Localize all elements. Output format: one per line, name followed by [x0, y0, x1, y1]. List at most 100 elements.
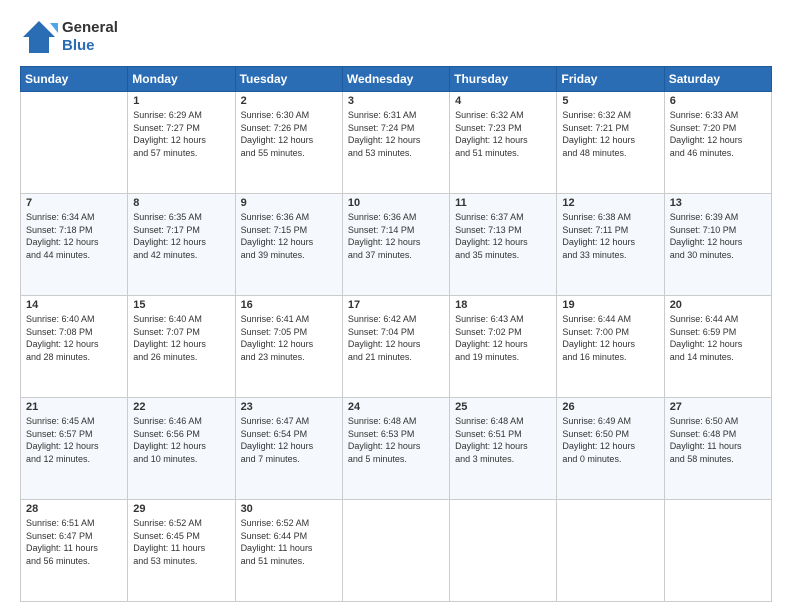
calendar-cell — [342, 500, 449, 602]
calendar-cell: 3 Sunrise: 6:31 AM Sunset: 7:24 PM Daylig… — [342, 92, 449, 194]
calendar-cell — [664, 500, 771, 602]
day-number: 3 — [348, 95, 444, 107]
calendar-cell: 4 Sunrise: 6:32 AM Sunset: 7:23 PM Daylig… — [450, 92, 557, 194]
day-info: Sunrise: 6:37 AM Sunset: 7:13 PM Dayligh… — [455, 211, 551, 261]
day-info: Sunrise: 6:33 AM Sunset: 7:20 PM Dayligh… — [670, 109, 766, 159]
logo-svg — [20, 18, 58, 56]
calendar-cell: 7 Sunrise: 6:34 AM Sunset: 7:18 PM Daylig… — [21, 194, 128, 296]
day-number: 6 — [670, 95, 766, 107]
day-info: Sunrise: 6:41 AM Sunset: 7:05 PM Dayligh… — [241, 313, 337, 363]
day-info: Sunrise: 6:52 AM Sunset: 6:44 PM Dayligh… — [241, 517, 337, 567]
logo: General Blue — [20, 18, 118, 56]
day-number: 15 — [133, 299, 229, 311]
header: General Blue — [20, 18, 772, 56]
week-row-2: 7 Sunrise: 6:34 AM Sunset: 7:18 PM Daylig… — [21, 194, 772, 296]
day-number: 14 — [26, 299, 122, 311]
day-number: 28 — [26, 503, 122, 515]
calendar-cell: 19Sunrise: 6:44 AM Sunset: 7:00 PM Dayli… — [557, 296, 664, 398]
day-header-friday: Friday — [557, 67, 664, 92]
calendar-cell: 27Sunrise: 6:50 AM Sunset: 6:48 PM Dayli… — [664, 398, 771, 500]
calendar-cell: 8Sunrise: 6:35 AM Sunset: 7:17 PM Daylig… — [128, 194, 235, 296]
calendar-cell — [21, 92, 128, 194]
day-info: Sunrise: 6:38 AM Sunset: 7:11 PM Dayligh… — [562, 211, 658, 261]
day-info: Sunrise: 6:42 AM Sunset: 7:04 PM Dayligh… — [348, 313, 444, 363]
day-number: 30 — [241, 503, 337, 515]
day-header-wednesday: Wednesday — [342, 67, 449, 92]
week-row-1: 1Sunrise: 6:29 AM Sunset: 7:27 PM Daylig… — [21, 92, 772, 194]
day-header-thursday: Thursday — [450, 67, 557, 92]
day-info: Sunrise: 6:40 AM Sunset: 7:08 PM Dayligh… — [26, 313, 122, 363]
calendar-cell: 26 Sunrise: 6:49 AM Sunset: 6:50 PM Dayli… — [557, 398, 664, 500]
day-info: Sunrise: 6:39 AM Sunset: 7:10 PM Dayligh… — [670, 211, 766, 261]
calendar-cell: 9 Sunrise: 6:36 AM Sunset: 7:15 PM Daylig… — [235, 194, 342, 296]
day-info: Sunrise: 6:35 AM Sunset: 7:17 PM Dayligh… — [133, 211, 229, 261]
day-info: Sunrise: 6:36 AM Sunset: 7:15 PM Dayligh… — [241, 211, 337, 261]
calendar-cell: 18 Sunrise: 6:43 AM Sunset: 7:02 PM Dayli… — [450, 296, 557, 398]
calendar-cell: 11 Sunrise: 6:37 AM Sunset: 7:13 PM Dayli… — [450, 194, 557, 296]
calendar-cell: 17 Sunrise: 6:42 AM Sunset: 7:04 PM Dayli… — [342, 296, 449, 398]
day-info: Sunrise: 6:47 AM Sunset: 6:54 PM Dayligh… — [241, 415, 337, 465]
day-info: Sunrise: 6:31 AM Sunset: 7:24 PM Dayligh… — [348, 109, 444, 159]
week-row-5: 28 Sunrise: 6:51 AM Sunset: 6:47 PM Dayli… — [21, 500, 772, 602]
day-number: 10 — [348, 197, 444, 209]
day-info: Sunrise: 6:51 AM Sunset: 6:47 PM Dayligh… — [26, 517, 122, 567]
day-number: 18 — [455, 299, 551, 311]
day-number: 29 — [133, 503, 229, 515]
calendar-cell: 13Sunrise: 6:39 AM Sunset: 7:10 PM Dayli… — [664, 194, 771, 296]
day-number: 24 — [348, 401, 444, 413]
day-info: Sunrise: 6:45 AM Sunset: 6:57 PM Dayligh… — [26, 415, 122, 465]
calendar-cell: 14 Sunrise: 6:40 AM Sunset: 7:08 PM Dayli… — [21, 296, 128, 398]
logo-text: General Blue — [62, 19, 118, 55]
calendar-cell: 16Sunrise: 6:41 AM Sunset: 7:05 PM Dayli… — [235, 296, 342, 398]
day-number: 20 — [670, 299, 766, 311]
calendar-cell: 29 Sunrise: 6:52 AM Sunset: 6:45 PM Dayli… — [128, 500, 235, 602]
day-number: 2 — [241, 95, 337, 107]
day-info: Sunrise: 6:34 AM Sunset: 7:18 PM Dayligh… — [26, 211, 122, 261]
day-number: 4 — [455, 95, 551, 107]
calendar-cell: 2 Sunrise: 6:30 AM Sunset: 7:26 PM Daylig… — [235, 92, 342, 194]
calendar-cell: 28 Sunrise: 6:51 AM Sunset: 6:47 PM Dayli… — [21, 500, 128, 602]
calendar-cell: 23 Sunrise: 6:47 AM Sunset: 6:54 PM Dayli… — [235, 398, 342, 500]
day-number: 5 — [562, 95, 658, 107]
day-number: 23 — [241, 401, 337, 413]
day-info: Sunrise: 6:48 AM Sunset: 6:53 PM Dayligh… — [348, 415, 444, 465]
week-row-4: 21 Sunrise: 6:45 AM Sunset: 6:57 PM Dayli… — [21, 398, 772, 500]
day-info: Sunrise: 6:49 AM Sunset: 6:50 PM Dayligh… — [562, 415, 658, 465]
day-info: Sunrise: 6:30 AM Sunset: 7:26 PM Dayligh… — [241, 109, 337, 159]
day-header-tuesday: Tuesday — [235, 67, 342, 92]
day-info: Sunrise: 6:36 AM Sunset: 7:14 PM Dayligh… — [348, 211, 444, 261]
day-info: Sunrise: 6:40 AM Sunset: 7:07 PM Dayligh… — [133, 313, 229, 363]
day-number: 17 — [348, 299, 444, 311]
day-number: 26 — [562, 401, 658, 413]
calendar-cell — [557, 500, 664, 602]
day-number: 25 — [455, 401, 551, 413]
calendar-cell: 25 Sunrise: 6:48 AM Sunset: 6:51 PM Dayli… — [450, 398, 557, 500]
day-info: Sunrise: 6:43 AM Sunset: 7:02 PM Dayligh… — [455, 313, 551, 363]
week-row-3: 14 Sunrise: 6:40 AM Sunset: 7:08 PM Dayli… — [21, 296, 772, 398]
day-info: Sunrise: 6:29 AM Sunset: 7:27 PM Dayligh… — [133, 109, 229, 159]
day-header-saturday: Saturday — [664, 67, 771, 92]
day-header-sunday: Sunday — [21, 67, 128, 92]
day-info: Sunrise: 6:52 AM Sunset: 6:45 PM Dayligh… — [133, 517, 229, 567]
day-number: 7 — [26, 197, 122, 209]
day-info: Sunrise: 6:32 AM Sunset: 7:23 PM Dayligh… — [455, 109, 551, 159]
calendar-cell: 20 Sunrise: 6:44 AM Sunset: 6:59 PM Dayli… — [664, 296, 771, 398]
calendar-header-row: SundayMondayTuesdayWednesdayThursdayFrid… — [21, 67, 772, 92]
day-number: 9 — [241, 197, 337, 209]
day-header-monday: Monday — [128, 67, 235, 92]
calendar-cell: 24 Sunrise: 6:48 AM Sunset: 6:53 PM Dayli… — [342, 398, 449, 500]
day-number: 11 — [455, 197, 551, 209]
day-number: 21 — [26, 401, 122, 413]
calendar-cell: 21 Sunrise: 6:45 AM Sunset: 6:57 PM Dayli… — [21, 398, 128, 500]
day-info: Sunrise: 6:44 AM Sunset: 6:59 PM Dayligh… — [670, 313, 766, 363]
calendar-cell: 5Sunrise: 6:32 AM Sunset: 7:21 PM Daylig… — [557, 92, 664, 194]
calendar-cell: 22Sunrise: 6:46 AM Sunset: 6:56 PM Dayli… — [128, 398, 235, 500]
calendar-cell: 1Sunrise: 6:29 AM Sunset: 7:27 PM Daylig… — [128, 92, 235, 194]
day-info: Sunrise: 6:46 AM Sunset: 6:56 PM Dayligh… — [133, 415, 229, 465]
calendar-cell: 6 Sunrise: 6:33 AM Sunset: 7:20 PM Daylig… — [664, 92, 771, 194]
day-info: Sunrise: 6:50 AM Sunset: 6:48 PM Dayligh… — [670, 415, 766, 465]
calendar-table: SundayMondayTuesdayWednesdayThursdayFrid… — [20, 66, 772, 602]
calendar-cell: 30 Sunrise: 6:52 AM Sunset: 6:44 PM Dayli… — [235, 500, 342, 602]
day-info: Sunrise: 6:44 AM Sunset: 7:00 PM Dayligh… — [562, 313, 658, 363]
day-info: Sunrise: 6:48 AM Sunset: 6:51 PM Dayligh… — [455, 415, 551, 465]
